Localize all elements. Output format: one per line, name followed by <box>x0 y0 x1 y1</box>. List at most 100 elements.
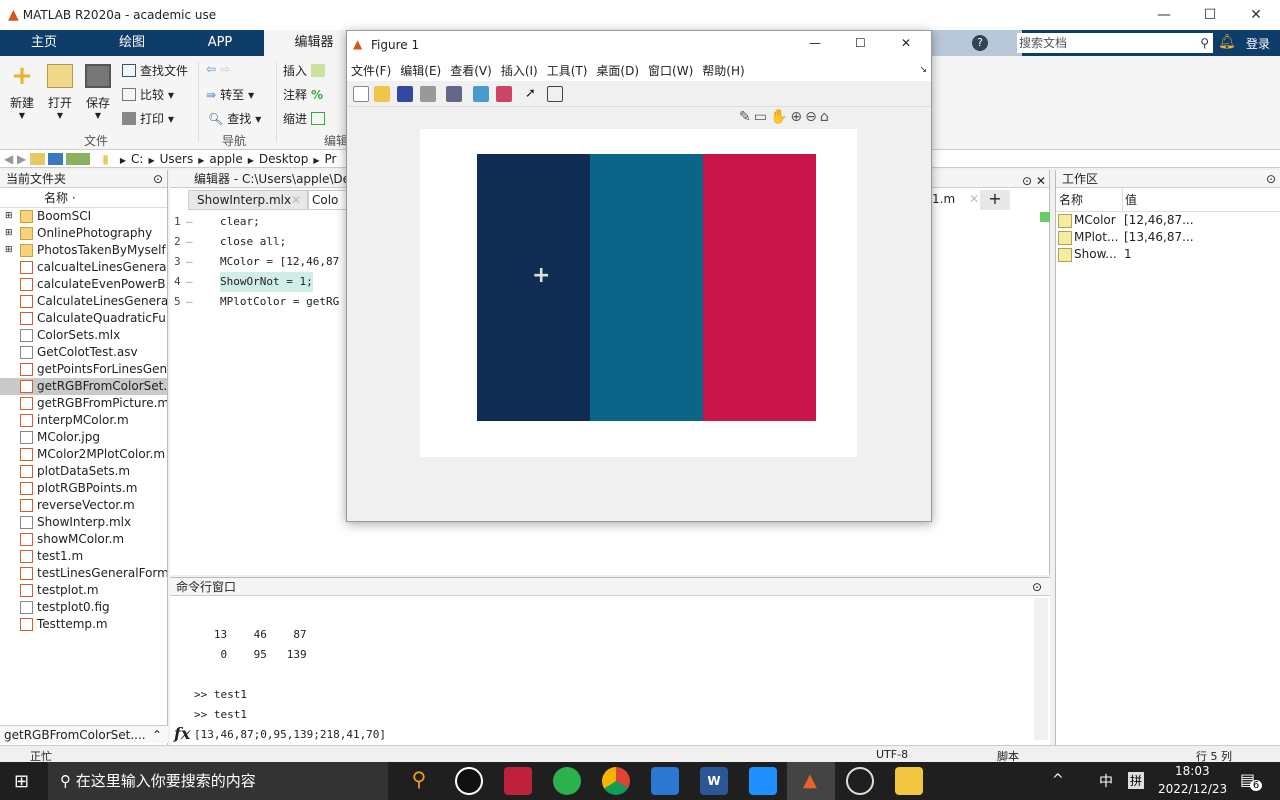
matlab-taskbar-button[interactable]: ▲ <box>787 762 835 800</box>
new-figure-icon[interactable] <box>353 86 369 102</box>
colorbar-icon[interactable] <box>473 86 489 102</box>
taskbar-search[interactable]: ⚲ 在这里输入你要搜索的内容 <box>48 762 388 800</box>
home-icon[interactable]: ⌂ <box>820 109 832 125</box>
column-name[interactable]: 名称 <box>1059 188 1083 212</box>
file-item[interactable]: getRGBFromColorSet... <box>0 378 167 395</box>
color-image[interactable] <box>477 154 816 421</box>
panel-menu-icon[interactable]: ⊙ <box>153 170 163 188</box>
zoom-out-icon[interactable]: ⊖ <box>805 109 820 125</box>
tab-apps[interactable]: APP <box>176 30 264 56</box>
ime-mode[interactable]: 拼 <box>1128 772 1145 789</box>
file-item[interactable]: ⊞ OnlinePhotography <box>0 225 167 242</box>
close-button[interactable]: ✕ <box>1233 0 1279 30</box>
fx-icon[interactable]: fx <box>174 724 190 743</box>
panel-menu-icon[interactable]: ⊙ ✕ <box>1022 174 1046 188</box>
zoom-in-icon[interactable]: ⊕ <box>790 109 805 125</box>
column-header-name[interactable]: 名称 · <box>0 188 167 208</box>
file-item[interactable]: testplot0.fig <box>0 599 167 616</box>
file-item[interactable]: Testtemp.m <box>0 616 167 633</box>
file-item[interactable]: reverseVector.m <box>0 497 167 514</box>
figure-menu-item[interactable]: 帮助(H) <box>702 62 744 79</box>
panel-menu-icon[interactable]: ⊙ <box>1032 578 1042 596</box>
figure-menu-item[interactable]: 桌面(D) <box>596 62 639 79</box>
legend-icon[interactable] <box>496 86 512 102</box>
pan-icon[interactable]: ✋ <box>770 109 790 125</box>
file-item[interactable]: MColor.jpg <box>0 429 167 446</box>
app-icon[interactable] <box>504 767 532 795</box>
tab-home[interactable]: 主页 <box>0 30 88 56</box>
property-inspector-icon[interactable] <box>547 86 563 102</box>
file-item[interactable]: CalculateQuadraticFu... <box>0 310 167 327</box>
login-button[interactable]: 登录 <box>1246 35 1270 52</box>
help-icon[interactable]: ? <box>972 35 988 51</box>
file-item[interactable]: calcualteLinesGeneral... <box>0 259 167 276</box>
dock-arrow-icon[interactable]: ↘ <box>919 65 927 75</box>
wechat-icon[interactable] <box>553 767 581 795</box>
breadcrumb-item[interactable]: Pr <box>325 152 337 166</box>
goto-button[interactable]: ⇛ 转至 ▾ <box>206 86 254 103</box>
file-item[interactable]: getRGBFromPicture.m <box>0 395 167 412</box>
clock-time[interactable]: 18:03 <box>1175 764 1210 778</box>
file-item[interactable]: test1.m <box>0 548 167 565</box>
close-tab-icon[interactable]: ✕ <box>291 191 301 209</box>
breadcrumb-item[interactable]: Desktop <box>259 152 309 166</box>
word-icon[interactable]: W <box>700 767 728 795</box>
file-item[interactable]: testplot.m <box>0 582 167 599</box>
save-button[interactable]: 保存 ▼ <box>78 64 118 120</box>
todo-icon[interactable] <box>651 767 679 795</box>
file-item[interactable]: getPointsForLinesGen... <box>0 361 167 378</box>
file-item[interactable]: ⊞ BoomSCI <box>0 208 167 225</box>
breadcrumb-item[interactable]: C: <box>131 152 143 166</box>
file-item[interactable]: showMColor.m <box>0 531 167 548</box>
expand-icon[interactable]: ⊞ <box>5 208 13 225</box>
windows-start-icon[interactable]: ⊞ <box>14 771 29 792</box>
search-docs-input[interactable]: 搜索文档 ⚲ <box>1017 33 1213 53</box>
qq-icon[interactable] <box>455 767 483 795</box>
panel-menu-icon[interactable]: ⊙ <box>1266 170 1276 188</box>
save-figure-icon[interactable] <box>397 86 413 102</box>
compare-button[interactable]: 比较 ▾ <box>122 86 174 103</box>
datatip-icon[interactable]: ▭ <box>754 109 770 125</box>
close-tab-icon[interactable]: ✕ <box>969 192 979 206</box>
comment-button[interactable]: 注释% <box>283 86 323 103</box>
link-plot-icon[interactable] <box>446 86 462 102</box>
nav-arrows-icon[interactable]: ◀ ▶ <box>4 152 26 166</box>
scrollbar[interactable] <box>1034 598 1048 740</box>
tab-colorsets[interactable]: Colo <box>308 190 348 210</box>
file-item[interactable]: GetColotTest.asv <box>0 344 167 361</box>
breadcrumb-item[interactable]: apple <box>209 152 242 166</box>
column-value[interactable]: 值 <box>1122 188 1137 212</box>
search-app-icon[interactable]: ⚲ <box>405 767 433 795</box>
file-item[interactable]: ShowInterp.mlx <box>0 514 167 531</box>
print-figure-icon[interactable] <box>420 86 436 102</box>
figure-menu-item[interactable]: 工具(T) <box>547 62 588 79</box>
figure-menu-item[interactable]: 窗口(W) <box>648 62 693 79</box>
file-item[interactable]: ColorSets.mlx <box>0 327 167 344</box>
file-item[interactable]: plotRGBPoints.m <box>0 480 167 497</box>
expand-icon[interactable]: ⊞ <box>5 242 13 259</box>
minimize-button[interactable]: — <box>1141 0 1187 30</box>
figure-canvas[interactable]: + <box>420 129 857 457</box>
file-item[interactable]: interpMColor.m <box>0 412 167 429</box>
print-button[interactable]: 打印 ▾ <box>122 110 174 127</box>
new-button[interactable]: + 新建 ▼ <box>2 63 42 120</box>
tab-showinterp[interactable]: ShowInterp.mlx ✕ <box>188 190 308 210</box>
figure-menu-item[interactable]: 查看(V) <box>450 62 492 79</box>
indent-button[interactable]: 缩进 <box>283 110 326 127</box>
figure-maximize-button[interactable]: ☐ <box>855 36 866 50</box>
pointer-icon[interactable]: ➚ <box>525 86 541 102</box>
insert-button[interactable]: 插入 <box>283 62 326 79</box>
back-forward-buttons[interactable]: ⇦ ⇨ <box>206 62 230 76</box>
app-icon[interactable] <box>846 767 874 795</box>
workspace-variable[interactable]: MPlot... [13,46,87... <box>1056 229 1280 246</box>
open-button[interactable]: 打开 ▼ <box>40 64 80 120</box>
file-explorer-icon[interactable] <box>895 767 923 795</box>
expand-icon[interactable]: ⊞ <box>5 225 13 242</box>
breadcrumb-item[interactable]: Users <box>160 152 194 166</box>
file-item[interactable]: MColor2MPlotColor.m <box>0 446 167 463</box>
new-tab-button[interactable]: + <box>980 190 1010 210</box>
file-item[interactable]: CalculateLinesGeneral... <box>0 293 167 310</box>
chrome-icon[interactable] <box>602 767 630 795</box>
figure-menu-item[interactable]: 文件(F) <box>351 62 391 79</box>
open-file-icon[interactable] <box>374 86 390 102</box>
